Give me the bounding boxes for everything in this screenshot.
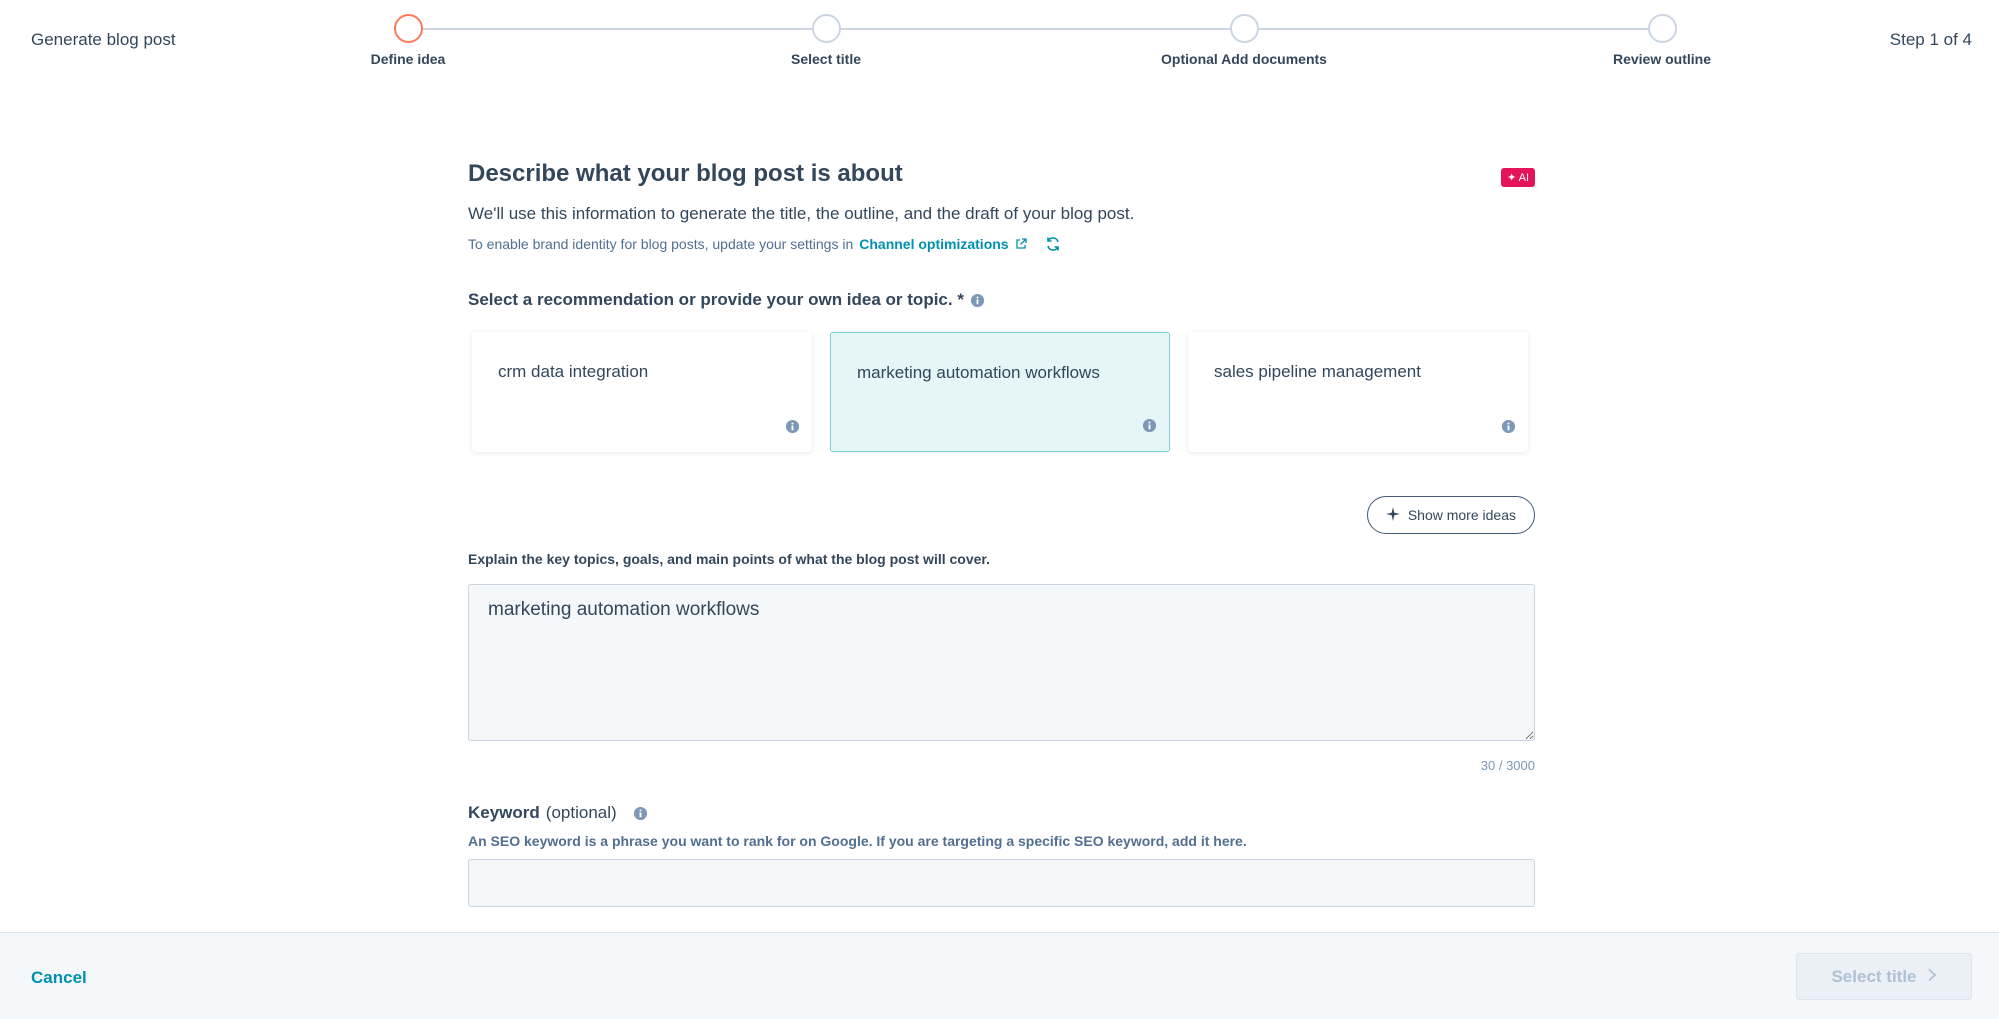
show-more-ideas-label: Show more ideas xyxy=(1407,507,1516,523)
character-count: 30 / 3000 xyxy=(1480,758,1535,773)
step-circle xyxy=(1647,14,1677,43)
keyword-label: Keyword (optional) xyxy=(468,803,1535,823)
step-circle xyxy=(393,14,423,43)
explain-label: Explain the key topics, goals, and main … xyxy=(468,551,990,567)
step-review-outline[interactable]: Review outline xyxy=(1562,14,1762,67)
recommendation-label: Select a recommendation or provide your … xyxy=(468,290,1535,310)
external-link-icon xyxy=(1015,238,1027,250)
step-circle xyxy=(811,14,841,43)
step-label: Optional Add documents xyxy=(1161,51,1327,67)
info-icon[interactable] xyxy=(970,293,985,308)
stepper-line xyxy=(408,28,1662,30)
select-title-label: Select title xyxy=(1831,966,1917,986)
ai-badge: ✦ AI xyxy=(1500,168,1535,187)
step-add-documents[interactable]: Optional Add documents xyxy=(1144,14,1344,67)
step-label: Define idea xyxy=(370,51,446,67)
page-title: Generate blog post xyxy=(31,30,176,49)
keyword-label-text: Keyword xyxy=(468,803,540,822)
chevron-right-icon xyxy=(1927,967,1937,987)
info-icon[interactable] xyxy=(633,806,648,821)
recommendation-card[interactable]: crm data integration xyxy=(472,332,812,452)
footer-bar: Cancel Select title xyxy=(0,932,1999,1019)
step-define-idea[interactable]: Define idea xyxy=(308,14,508,67)
sparkle-icon xyxy=(1385,506,1400,524)
select-title-button[interactable]: Select title xyxy=(1796,953,1972,1000)
seo-help-text: An SEO keyword is a phrase you want to r… xyxy=(468,833,1247,849)
cancel-button[interactable]: Cancel xyxy=(31,968,87,988)
brand-note: To enable brand identity for blog posts,… xyxy=(468,236,1535,252)
step-circle xyxy=(1229,14,1259,43)
brand-note-text: To enable brand identity for blog posts,… xyxy=(468,236,854,252)
blog-topic-textarea[interactable]: marketing automation workflows xyxy=(468,584,1535,741)
recommendation-card-selected[interactable]: marketing automation workflows xyxy=(830,332,1170,452)
form-subtitle: We'll use this information to generate t… xyxy=(468,204,1135,223)
show-more-row: Show more ideas xyxy=(468,496,1535,534)
main-form: Describe what your blog post is about ✦ … xyxy=(468,160,1535,907)
info-icon[interactable] xyxy=(785,419,800,434)
show-more-ideas-button[interactable]: Show more ideas xyxy=(1366,496,1535,534)
form-heading: Describe what your blog post is about xyxy=(468,160,903,187)
card-label: marketing automation workflows xyxy=(857,363,1100,382)
info-icon[interactable] xyxy=(1501,419,1516,434)
info-icon[interactable] xyxy=(1142,418,1157,433)
recommendation-cards: crm data integration marketing automatio… xyxy=(468,332,1535,452)
refresh-icon[interactable] xyxy=(1045,236,1061,252)
keyword-input[interactable] xyxy=(468,859,1535,907)
step-label: Select title xyxy=(790,51,862,67)
recommendation-label-text: Select a recommendation or provide your … xyxy=(468,290,964,309)
wizard-stepper: Define idea Select title Optional Add do… xyxy=(371,14,1711,74)
card-label: crm data integration xyxy=(498,362,649,381)
card-label: sales pipeline management xyxy=(1214,362,1421,381)
step-label: Review outline xyxy=(1612,51,1712,67)
step-select-title[interactable]: Select title xyxy=(726,14,926,67)
channel-optimizations-link[interactable]: Channel optimizations xyxy=(859,236,1008,252)
keyword-optional: (optional) xyxy=(545,803,617,822)
step-count: Step 1 of 4 xyxy=(1889,30,1972,49)
recommendation-card[interactable]: sales pipeline management xyxy=(1188,332,1528,452)
